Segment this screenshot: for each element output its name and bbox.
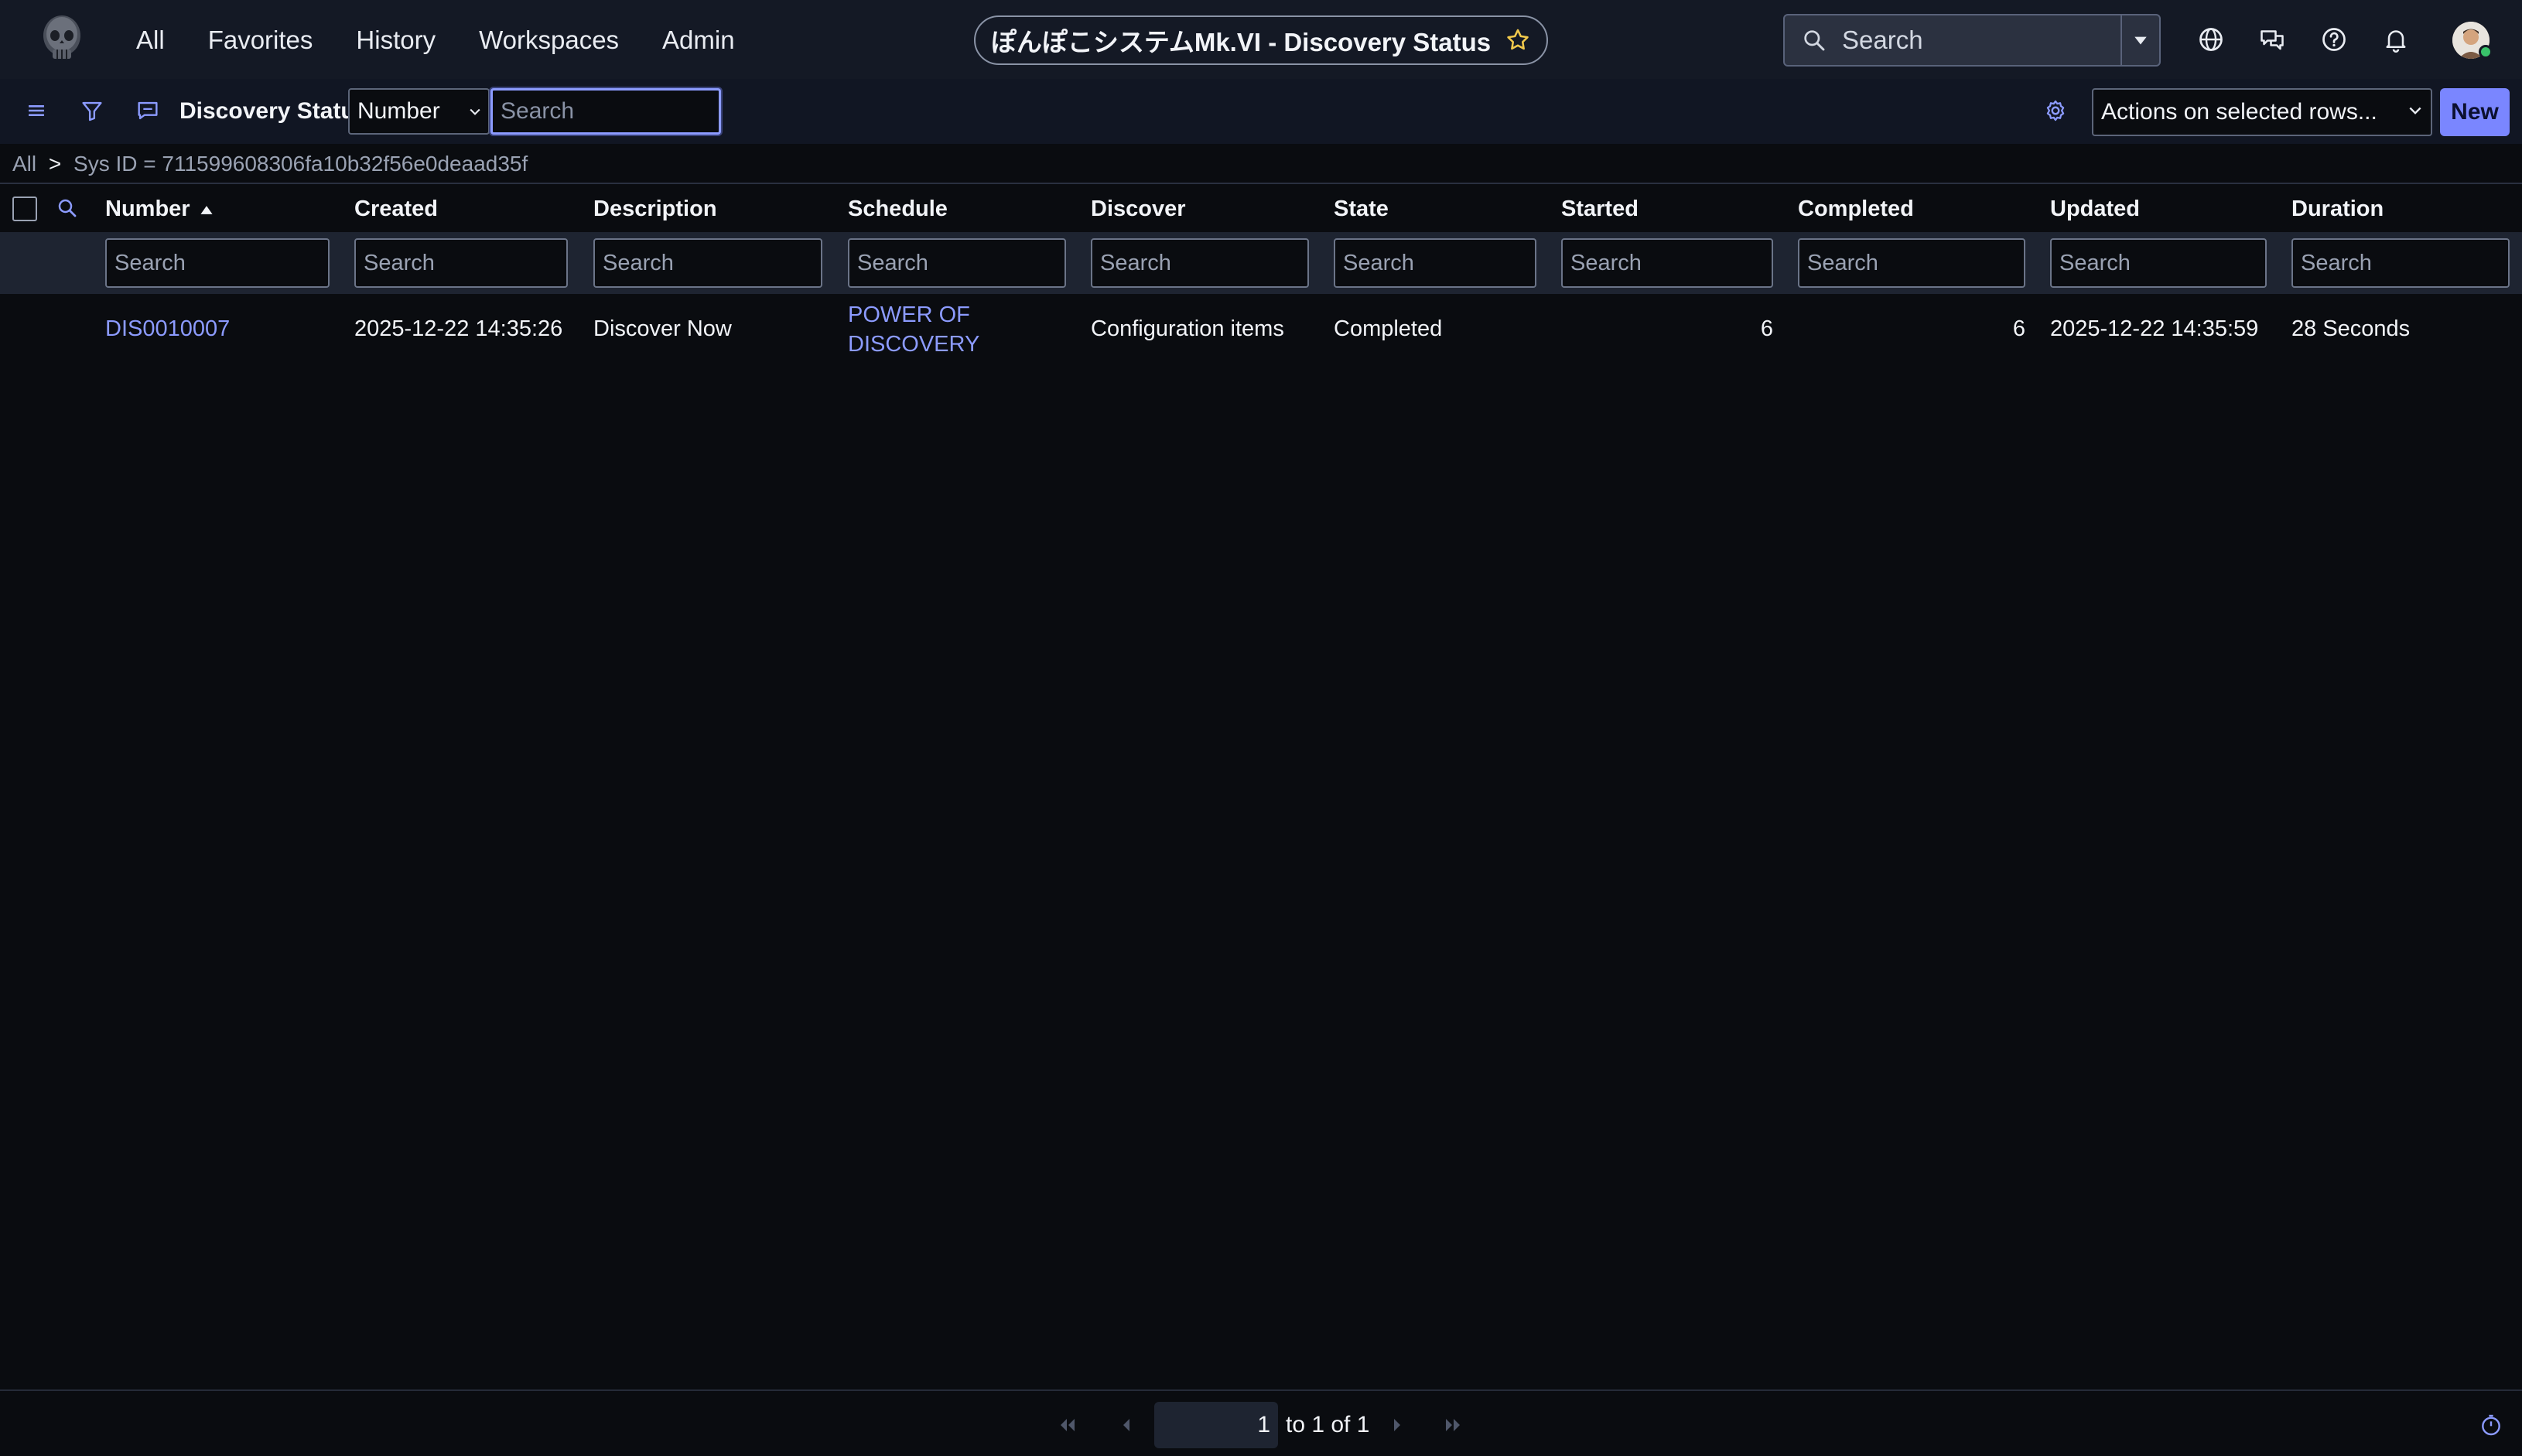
gear-icon[interactable] (2042, 97, 2069, 124)
cell-description: Discover Now (593, 316, 732, 341)
page-title: ぽんぽこシステムMk.VI - Discovery Status (990, 28, 1492, 56)
column-header-updated[interactable]: Updated (2050, 195, 2140, 223)
search-scope-dropdown-icon[interactable] (2120, 15, 2159, 65)
main-menu: All Favorites History Workspaces Admin (136, 22, 735, 59)
table-header: Number Created Description Schedule Disc… (0, 183, 2522, 232)
actions-on-selected-rows-select[interactable]: Actions on selected rows... (2092, 88, 2432, 136)
cell-started: 6 (1760, 316, 1773, 341)
list-search-input[interactable]: Search (490, 88, 721, 135)
clock-icon[interactable] (2479, 1413, 2503, 1437)
top-navigation-bar: All Favorites History Workspaces Admin ぽ… (0, 0, 2522, 79)
cell-state: Completed (1334, 316, 1443, 341)
column-filter-row: Search Search Search Search Search Searc… (0, 232, 2522, 294)
filter-input-duration[interactable]: Search (2291, 238, 2510, 288)
page-range-text: to 1 of 1 (1286, 1412, 1370, 1437)
new-button[interactable]: New (2440, 88, 2510, 136)
list-context-menu-icon[interactable] (135, 97, 161, 124)
list-toolbar: Discovery Status Number Search Actions o… (0, 79, 2522, 144)
sort-ascending-icon (200, 205, 214, 215)
list-title: Discovery Status (179, 98, 368, 124)
chevron-down-icon (470, 108, 480, 116)
menu-item-favorites[interactable]: Favorites (208, 22, 313, 59)
favorite-star-icon[interactable] (1505, 27, 1531, 53)
column-header-started[interactable]: Started (1561, 195, 1639, 223)
cell-duration: 28 Seconds (2291, 316, 2411, 341)
filter-input-number[interactable]: Search (105, 238, 330, 288)
cell-schedule-line2: DISCOVERY (848, 332, 980, 357)
skull-logo-icon[interactable] (34, 11, 90, 67)
cell-schedule-link[interactable]: POWER OF DISCOVERY (848, 300, 979, 359)
pagination-footer: 1 to 1 of 1 (0, 1389, 2522, 1456)
bell-icon[interactable] (2382, 26, 2410, 53)
help-icon[interactable] (2320, 26, 2348, 53)
cell-updated: 2025-12-22 14:35:59 (2050, 316, 2259, 341)
next-page-icon[interactable] (1385, 1413, 1410, 1437)
globe-icon[interactable] (2197, 26, 2225, 53)
filter-input-updated[interactable]: Search (2050, 238, 2267, 288)
filter-input-completed[interactable]: Search (1798, 238, 2025, 288)
menu-item-history[interactable]: History (356, 22, 436, 59)
filter-icon[interactable] (79, 97, 105, 124)
column-header-state[interactable]: State (1334, 195, 1389, 223)
filter-input-state[interactable]: Search (1334, 238, 1536, 288)
column-header-completed[interactable]: Completed (1798, 195, 1914, 223)
global-search-box[interactable]: Search (1783, 14, 2161, 67)
table-row: DIS0010007 2025-12-22 14:35:26 Discover … (0, 294, 2522, 368)
column-header-schedule[interactable]: Schedule (848, 195, 948, 223)
cell-number-link[interactable]: DIS0010007 (105, 314, 230, 343)
actions-select-label: Actions on selected rows... (2101, 99, 2377, 125)
page-number-input[interactable]: 1 (1154, 1402, 1278, 1448)
global-search-input[interactable]: Search (1842, 26, 2120, 55)
breadcrumb-all-link[interactable]: All (12, 152, 36, 176)
last-page-icon[interactable] (1440, 1413, 1465, 1437)
menu-item-admin[interactable]: Admin (662, 22, 735, 59)
hamburger-menu-icon[interactable] (23, 97, 50, 124)
filter-input-started[interactable]: Search (1561, 238, 1773, 288)
search-field-select-value: Number (357, 98, 440, 124)
cell-created: 2025-12-22 14:35:26 (354, 316, 563, 341)
filter-input-discover[interactable]: Search (1091, 238, 1309, 288)
online-status-indicator (2479, 45, 2493, 59)
search-field-select[interactable]: Number (348, 88, 490, 135)
filter-input-schedule[interactable]: Search (848, 238, 1066, 288)
cell-schedule-line1: POWER OF (848, 302, 970, 327)
select-all-checkbox[interactable] (12, 197, 37, 221)
first-page-icon[interactable] (1055, 1413, 1080, 1437)
breadcrumb: All > Sys ID = 711599608306fa10b32f56e0d… (12, 149, 528, 179)
page-title-pill[interactable]: ぽんぽこシステムMk.VI - Discovery Status (974, 15, 1548, 65)
column-header-number[interactable]: Number (105, 195, 214, 223)
chat-icon[interactable] (2258, 26, 2286, 53)
filter-input-description[interactable]: Search (593, 238, 822, 288)
column-header-created[interactable]: Created (354, 195, 438, 223)
column-header-number-label: Number (105, 197, 190, 221)
breadcrumb-condition[interactable]: Sys ID = 711599608306fa10b32f56e0deaad35… (73, 152, 528, 176)
chevron-down-icon (2409, 107, 2421, 115)
filter-input-created[interactable]: Search (354, 238, 568, 288)
search-icon (1802, 28, 1827, 53)
column-search-toggle-icon[interactable] (56, 197, 79, 220)
column-header-discover[interactable]: Discover (1091, 195, 1186, 223)
menu-item-all[interactable]: All (136, 22, 165, 59)
previous-page-icon[interactable] (1114, 1413, 1139, 1437)
column-header-duration[interactable]: Duration (2291, 195, 2384, 223)
breadcrumb-separator: > (48, 152, 62, 176)
cell-discover: Configuration items (1091, 316, 1284, 341)
column-header-description[interactable]: Description (593, 195, 717, 223)
menu-item-workspaces[interactable]: Workspaces (479, 22, 619, 59)
cell-completed: 6 (2012, 316, 2025, 341)
